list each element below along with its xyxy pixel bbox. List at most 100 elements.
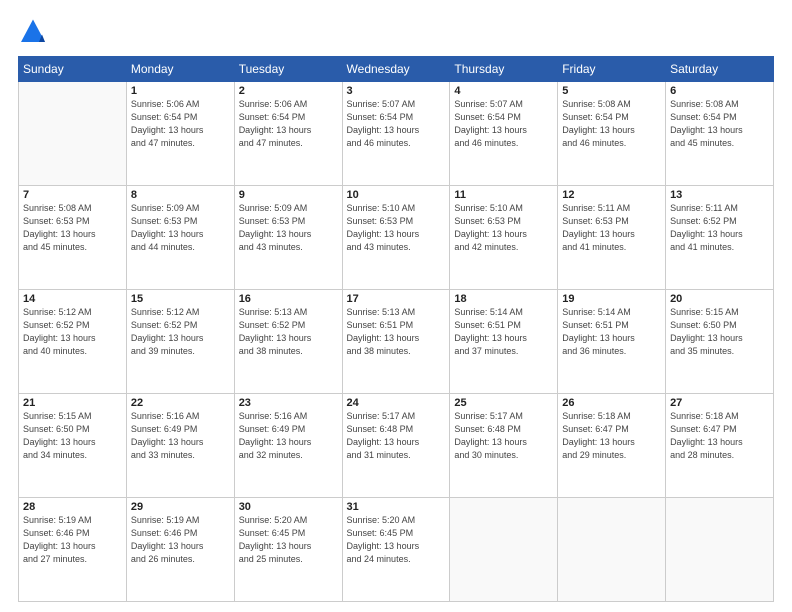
calendar-cell: 27Sunrise: 5:18 AMSunset: 6:47 PMDayligh… xyxy=(666,394,774,498)
day-number: 13 xyxy=(670,189,769,201)
day-number: 5 xyxy=(562,85,661,97)
day-info: Sunrise: 5:06 AMSunset: 6:54 PMDaylight:… xyxy=(131,98,230,150)
calendar-cell: 2Sunrise: 5:06 AMSunset: 6:54 PMDaylight… xyxy=(234,82,342,186)
day-number: 15 xyxy=(131,293,230,305)
day-number: 12 xyxy=(562,189,661,201)
calendar-header-wednesday: Wednesday xyxy=(342,57,450,82)
day-info: Sunrise: 5:20 AMSunset: 6:45 PMDaylight:… xyxy=(347,514,446,566)
day-info: Sunrise: 5:11 AMSunset: 6:53 PMDaylight:… xyxy=(562,202,661,254)
day-number: 19 xyxy=(562,293,661,305)
day-number: 1 xyxy=(131,85,230,97)
day-info: Sunrise: 5:16 AMSunset: 6:49 PMDaylight:… xyxy=(131,410,230,462)
calendar-cell xyxy=(19,82,127,186)
day-number: 30 xyxy=(239,501,338,513)
day-info: Sunrise: 5:08 AMSunset: 6:53 PMDaylight:… xyxy=(23,202,122,254)
calendar-cell: 25Sunrise: 5:17 AMSunset: 6:48 PMDayligh… xyxy=(450,394,558,498)
day-info: Sunrise: 5:06 AMSunset: 6:54 PMDaylight:… xyxy=(239,98,338,150)
page: SundayMondayTuesdayWednesdayThursdayFrid… xyxy=(0,0,792,612)
calendar-cell: 16Sunrise: 5:13 AMSunset: 6:52 PMDayligh… xyxy=(234,290,342,394)
calendar-cell: 21Sunrise: 5:15 AMSunset: 6:50 PMDayligh… xyxy=(19,394,127,498)
calendar-week-row: 28Sunrise: 5:19 AMSunset: 6:46 PMDayligh… xyxy=(19,498,774,602)
calendar-week-row: 1Sunrise: 5:06 AMSunset: 6:54 PMDaylight… xyxy=(19,82,774,186)
day-number: 23 xyxy=(239,397,338,409)
calendar-cell: 12Sunrise: 5:11 AMSunset: 6:53 PMDayligh… xyxy=(558,186,666,290)
day-info: Sunrise: 5:11 AMSunset: 6:52 PMDaylight:… xyxy=(670,202,769,254)
logo-icon xyxy=(18,18,48,48)
day-info: Sunrise: 5:10 AMSunset: 6:53 PMDaylight:… xyxy=(347,202,446,254)
calendar-cell: 24Sunrise: 5:17 AMSunset: 6:48 PMDayligh… xyxy=(342,394,450,498)
day-number: 9 xyxy=(239,189,338,201)
day-number: 4 xyxy=(454,85,553,97)
header xyxy=(18,18,774,48)
day-number: 18 xyxy=(454,293,553,305)
day-number: 3 xyxy=(347,85,446,97)
calendar-cell: 4Sunrise: 5:07 AMSunset: 6:54 PMDaylight… xyxy=(450,82,558,186)
day-info: Sunrise: 5:18 AMSunset: 6:47 PMDaylight:… xyxy=(562,410,661,462)
calendar-cell: 1Sunrise: 5:06 AMSunset: 6:54 PMDaylight… xyxy=(126,82,234,186)
calendar-cell: 19Sunrise: 5:14 AMSunset: 6:51 PMDayligh… xyxy=(558,290,666,394)
calendar-header-sunday: Sunday xyxy=(19,57,127,82)
calendar-cell: 15Sunrise: 5:12 AMSunset: 6:52 PMDayligh… xyxy=(126,290,234,394)
calendar-cell: 17Sunrise: 5:13 AMSunset: 6:51 PMDayligh… xyxy=(342,290,450,394)
calendar-cell: 23Sunrise: 5:16 AMSunset: 6:49 PMDayligh… xyxy=(234,394,342,498)
day-info: Sunrise: 5:15 AMSunset: 6:50 PMDaylight:… xyxy=(670,306,769,358)
calendar-cell: 13Sunrise: 5:11 AMSunset: 6:52 PMDayligh… xyxy=(666,186,774,290)
day-info: Sunrise: 5:15 AMSunset: 6:50 PMDaylight:… xyxy=(23,410,122,462)
calendar-cell: 26Sunrise: 5:18 AMSunset: 6:47 PMDayligh… xyxy=(558,394,666,498)
day-number: 11 xyxy=(454,189,553,201)
calendar-header-thursday: Thursday xyxy=(450,57,558,82)
calendar-cell xyxy=(666,498,774,602)
logo xyxy=(18,18,52,48)
day-info: Sunrise: 5:20 AMSunset: 6:45 PMDaylight:… xyxy=(239,514,338,566)
calendar-table: SundayMondayTuesdayWednesdayThursdayFrid… xyxy=(18,56,774,602)
day-info: Sunrise: 5:17 AMSunset: 6:48 PMDaylight:… xyxy=(454,410,553,462)
day-info: Sunrise: 5:08 AMSunset: 6:54 PMDaylight:… xyxy=(562,98,661,150)
calendar-header-friday: Friday xyxy=(558,57,666,82)
day-number: 27 xyxy=(670,397,769,409)
day-info: Sunrise: 5:13 AMSunset: 6:51 PMDaylight:… xyxy=(347,306,446,358)
calendar-cell: 18Sunrise: 5:14 AMSunset: 6:51 PMDayligh… xyxy=(450,290,558,394)
day-number: 21 xyxy=(23,397,122,409)
calendar-cell xyxy=(450,498,558,602)
day-number: 25 xyxy=(454,397,553,409)
day-info: Sunrise: 5:10 AMSunset: 6:53 PMDaylight:… xyxy=(454,202,553,254)
day-info: Sunrise: 5:12 AMSunset: 6:52 PMDaylight:… xyxy=(23,306,122,358)
calendar-cell: 29Sunrise: 5:19 AMSunset: 6:46 PMDayligh… xyxy=(126,498,234,602)
calendar-cell: 28Sunrise: 5:19 AMSunset: 6:46 PMDayligh… xyxy=(19,498,127,602)
day-number: 16 xyxy=(239,293,338,305)
day-number: 6 xyxy=(670,85,769,97)
day-info: Sunrise: 5:14 AMSunset: 6:51 PMDaylight:… xyxy=(562,306,661,358)
calendar-cell: 7Sunrise: 5:08 AMSunset: 6:53 PMDaylight… xyxy=(19,186,127,290)
day-info: Sunrise: 5:13 AMSunset: 6:52 PMDaylight:… xyxy=(239,306,338,358)
day-number: 8 xyxy=(131,189,230,201)
day-info: Sunrise: 5:09 AMSunset: 6:53 PMDaylight:… xyxy=(239,202,338,254)
day-number: 17 xyxy=(347,293,446,305)
calendar-cell: 6Sunrise: 5:08 AMSunset: 6:54 PMDaylight… xyxy=(666,82,774,186)
day-number: 20 xyxy=(670,293,769,305)
calendar-cell: 3Sunrise: 5:07 AMSunset: 6:54 PMDaylight… xyxy=(342,82,450,186)
day-number: 31 xyxy=(347,501,446,513)
day-info: Sunrise: 5:17 AMSunset: 6:48 PMDaylight:… xyxy=(347,410,446,462)
day-info: Sunrise: 5:07 AMSunset: 6:54 PMDaylight:… xyxy=(347,98,446,150)
day-info: Sunrise: 5:16 AMSunset: 6:49 PMDaylight:… xyxy=(239,410,338,462)
calendar-cell: 8Sunrise: 5:09 AMSunset: 6:53 PMDaylight… xyxy=(126,186,234,290)
day-info: Sunrise: 5:19 AMSunset: 6:46 PMDaylight:… xyxy=(23,514,122,566)
calendar-cell xyxy=(558,498,666,602)
day-number: 28 xyxy=(23,501,122,513)
calendar-week-row: 21Sunrise: 5:15 AMSunset: 6:50 PMDayligh… xyxy=(19,394,774,498)
calendar-header-row: SundayMondayTuesdayWednesdayThursdayFrid… xyxy=(19,57,774,82)
calendar-cell: 11Sunrise: 5:10 AMSunset: 6:53 PMDayligh… xyxy=(450,186,558,290)
day-number: 22 xyxy=(131,397,230,409)
calendar-cell: 5Sunrise: 5:08 AMSunset: 6:54 PMDaylight… xyxy=(558,82,666,186)
calendar-cell: 31Sunrise: 5:20 AMSunset: 6:45 PMDayligh… xyxy=(342,498,450,602)
day-number: 29 xyxy=(131,501,230,513)
calendar-cell: 10Sunrise: 5:10 AMSunset: 6:53 PMDayligh… xyxy=(342,186,450,290)
day-number: 2 xyxy=(239,85,338,97)
day-info: Sunrise: 5:08 AMSunset: 6:54 PMDaylight:… xyxy=(670,98,769,150)
calendar-header-saturday: Saturday xyxy=(666,57,774,82)
calendar-cell: 9Sunrise: 5:09 AMSunset: 6:53 PMDaylight… xyxy=(234,186,342,290)
calendar-cell: 20Sunrise: 5:15 AMSunset: 6:50 PMDayligh… xyxy=(666,290,774,394)
day-number: 14 xyxy=(23,293,122,305)
calendar-cell: 22Sunrise: 5:16 AMSunset: 6:49 PMDayligh… xyxy=(126,394,234,498)
day-number: 24 xyxy=(347,397,446,409)
